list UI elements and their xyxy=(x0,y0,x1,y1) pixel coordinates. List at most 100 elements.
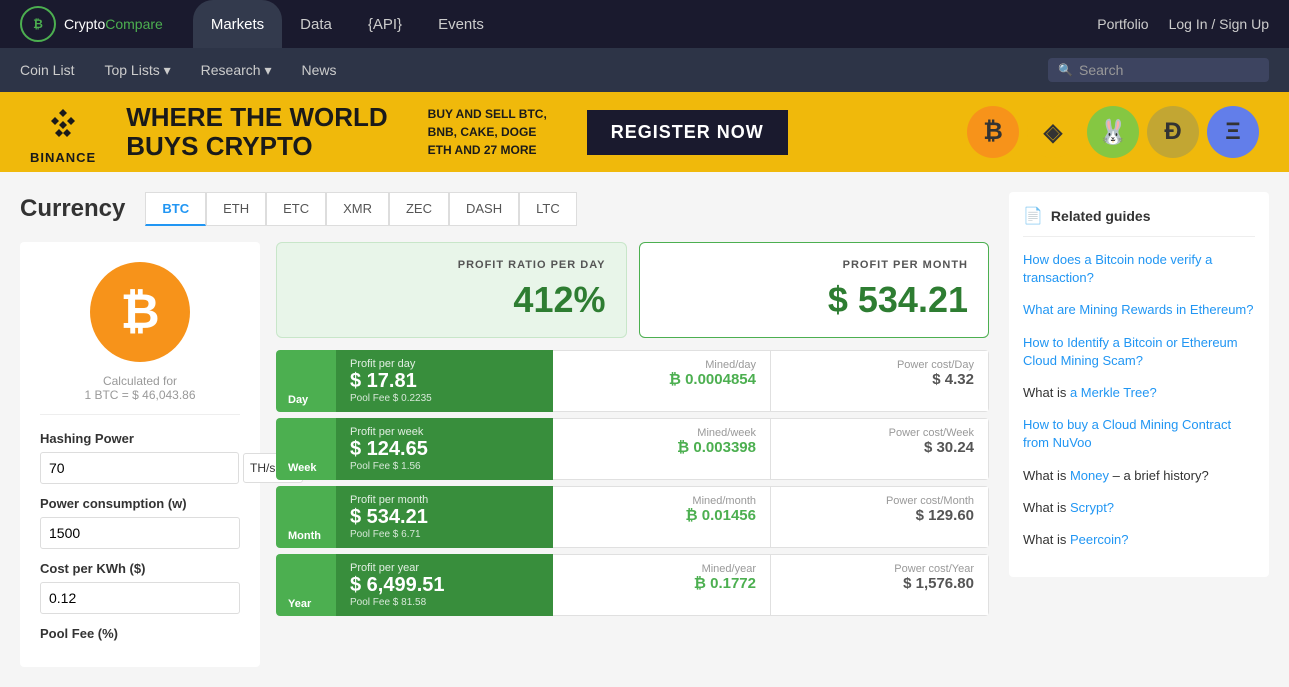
sec-nav-news[interactable]: News xyxy=(301,50,336,90)
row-mined-1: Mined/week ₿ 0.003398 xyxy=(553,418,771,480)
logo-crypto-text: Crypto xyxy=(64,16,105,32)
logo-icon: ₿ xyxy=(20,6,56,42)
unit-value: TH/s xyxy=(250,461,275,475)
top-nav-right: Portfolio Log In / Sign Up xyxy=(1097,16,1269,32)
sec-nav-items: Coin List Top Lists ▾ Research ▾ News xyxy=(20,50,1048,91)
tab-eth[interactable]: ETH xyxy=(206,192,266,226)
tab-dash[interactable]: DASH xyxy=(449,192,519,226)
tab-zec[interactable]: ZEC xyxy=(389,192,449,226)
guides-list: How does a Bitcoin node verify a transac… xyxy=(1023,251,1255,549)
search-icon: 🔍 xyxy=(1058,63,1073,77)
data-row-month: Month Profit per month $ 534.21 Pool Fee… xyxy=(276,486,989,548)
nav-item-api[interactable]: {API} xyxy=(350,0,420,48)
binance-icon xyxy=(38,100,88,150)
portfolio-link[interactable]: Portfolio xyxy=(1097,16,1148,32)
row-cost-1: Power cost/Week $ 30.24 xyxy=(771,418,989,480)
guide-link-2[interactable]: How to Identify a Bitcoin or Ethereum Cl… xyxy=(1023,335,1238,368)
guide-item-5: What is Money – a brief history? xyxy=(1023,467,1255,485)
banner-coins: ₿ ◈ 🐰 Ð Ξ xyxy=(967,106,1259,158)
btc-coin: ₿ xyxy=(967,106,1019,158)
tab-etc[interactable]: ETC xyxy=(266,192,326,226)
nav-item-data[interactable]: Data xyxy=(282,0,350,48)
nav-item-events[interactable]: Events xyxy=(420,0,502,48)
sec-nav-coin-list[interactable]: Coin List xyxy=(20,50,74,90)
power-consumption-input[interactable] xyxy=(40,517,240,549)
hashing-power-row: TH/s ▾ xyxy=(40,452,240,484)
sec-nav-top-lists[interactable]: Top Lists ▾ xyxy=(104,50,170,91)
row-cost-3: Power cost/Year $ 1,576.80 xyxy=(771,554,989,616)
data-row-day: Day Profit per day $ 17.81 Pool Fee $ 0.… xyxy=(276,350,989,412)
guide-item-3: What is a Merkle Tree? xyxy=(1023,384,1255,402)
row-mined-0: Mined/day ₿ 0.0004854 xyxy=(553,350,771,412)
main-content: Currency BTC ETH ETC XMR ZEC DASH LTC ₿ … xyxy=(0,172,1289,687)
profit-ratio-label: PROFIT RATIO PER DAY xyxy=(297,259,606,271)
profit-ratio-box: PROFIT RATIO PER DAY 412% xyxy=(276,242,627,338)
tab-xmr[interactable]: XMR xyxy=(326,192,389,226)
guide-item-6: What is Scrypt? xyxy=(1023,499,1255,517)
banner-headline: WHERE THE WORLD BUYS CRYPTO xyxy=(126,103,387,160)
search-input[interactable] xyxy=(1079,62,1259,78)
right-panel: PROFIT RATIO PER DAY 412% PROFIT PER MON… xyxy=(276,242,989,667)
data-rows: Day Profit per day $ 17.81 Pool Fee $ 0.… xyxy=(276,350,989,616)
cake-coin: 🐰 xyxy=(1087,106,1139,158)
banner-logo: BINANCE xyxy=(30,100,96,165)
related-guides: 📄 Related guides How does a Bitcoin node… xyxy=(1009,192,1269,577)
search-box: 🔍 xyxy=(1048,58,1269,82)
tab-btc[interactable]: BTC xyxy=(145,192,206,226)
cost-per-kwh-input[interactable] xyxy=(40,582,240,614)
sidebar: 📄 Related guides How does a Bitcoin node… xyxy=(1009,192,1269,667)
logo-compare-text: Compare xyxy=(105,16,163,32)
row-profit-0: Profit per day $ 17.81 Pool Fee $ 0.2235 xyxy=(336,350,553,412)
secondary-navigation: Coin List Top Lists ▾ Research ▾ News 🔍 xyxy=(0,48,1289,92)
sec-nav-research[interactable]: Research ▾ xyxy=(201,50,272,91)
row-profit-3: Profit per year $ 6,499.51 Pool Fee $ 81… xyxy=(336,554,553,616)
cost-per-kwh-label: Cost per KWh ($) xyxy=(40,561,240,576)
guide-link-4[interactable]: How to buy a Cloud Mining Contract from … xyxy=(1023,417,1231,450)
guides-title: Related guides xyxy=(1051,208,1151,224)
guide-item-0: How does a Bitcoin node verify a transac… xyxy=(1023,251,1255,287)
guide-link-1[interactable]: What are Mining Rewards in Ethereum? xyxy=(1023,302,1254,317)
binance-text: BINANCE xyxy=(30,150,96,165)
guide-item-4: How to buy a Cloud Mining Contract from … xyxy=(1023,416,1255,452)
top-nav-items: Markets Data {API} Events xyxy=(193,0,1097,48)
profit-ratio-value: 412% xyxy=(297,279,606,321)
currency-tabs: BTC ETH ETC XMR ZEC DASH LTC xyxy=(145,192,576,226)
hashing-power-label: Hashing Power xyxy=(40,431,240,446)
banner: BINANCE WHERE THE WORLD BUYS CRYPTO BUY … xyxy=(0,92,1289,172)
row-cost-2: Power cost/Month $ 129.60 xyxy=(771,486,989,548)
nav-item-markets[interactable]: Markets xyxy=(193,0,282,48)
login-link[interactable]: Log In / Sign Up xyxy=(1169,16,1269,32)
currency-header: Currency BTC ETH ETC XMR ZEC DASH LTC xyxy=(20,192,989,226)
logo[interactable]: ₿ CryptoCompare xyxy=(20,6,163,42)
currency-section: Currency BTC ETH ETC XMR ZEC DASH LTC ₿ … xyxy=(20,192,989,667)
row-mined-2: Mined/month ₿ 0.01456 xyxy=(553,486,771,548)
profit-monthly-value: $ 534.21 xyxy=(660,279,969,321)
btc-symbol: ₿ xyxy=(120,285,159,340)
bnb-coin: ◈ xyxy=(1027,106,1079,158)
guides-icon: 📄 xyxy=(1023,206,1043,226)
row-period-1: Week xyxy=(276,418,336,480)
row-mined-3: Mined/year ₿ 0.1772 xyxy=(553,554,771,616)
banner-subtitle: BUY AND SELL BTC, BNB, CAKE, DOGE ETH AN… xyxy=(428,105,547,159)
row-profit-2: Profit per month $ 534.21 Pool Fee $ 6.7… xyxy=(336,486,553,548)
profit-monthly-box: PROFIT PER MONTH $ 534.21 xyxy=(639,242,990,338)
left-panel: ₿ Calculated for 1 BTC = $ 46,043.86 Has… xyxy=(20,242,260,667)
top-navigation: ₿ CryptoCompare Markets Data {API} Event… xyxy=(0,0,1289,48)
guide-link-0[interactable]: How does a Bitcoin node verify a transac… xyxy=(1023,252,1212,285)
hashing-power-input[interactable] xyxy=(40,452,239,484)
row-period-3: Year xyxy=(276,554,336,616)
register-now-button[interactable]: REGISTER NOW xyxy=(587,110,788,155)
calculated-for: Calculated for 1 BTC = $ 46,043.86 xyxy=(40,374,240,415)
profit-monthly-label: PROFIT PER MONTH xyxy=(660,259,969,271)
btc-icon: ₿ xyxy=(90,262,190,362)
guide-item-2: How to Identify a Bitcoin or Ethereum Cl… xyxy=(1023,334,1255,370)
tab-ltc[interactable]: LTC xyxy=(519,192,577,226)
row-period-2: Month xyxy=(276,486,336,548)
row-profit-1: Profit per week $ 124.65 Pool Fee $ 1.56 xyxy=(336,418,553,480)
page-title: Currency xyxy=(20,195,125,223)
pool-fee-label: Pool Fee (%) xyxy=(40,626,240,641)
guide-item-1: What are Mining Rewards in Ethereum? xyxy=(1023,301,1255,319)
guide-item-7: What is Peercoin? xyxy=(1023,531,1255,549)
doge-coin: Ð xyxy=(1147,106,1199,158)
row-period-0: Day xyxy=(276,350,336,412)
